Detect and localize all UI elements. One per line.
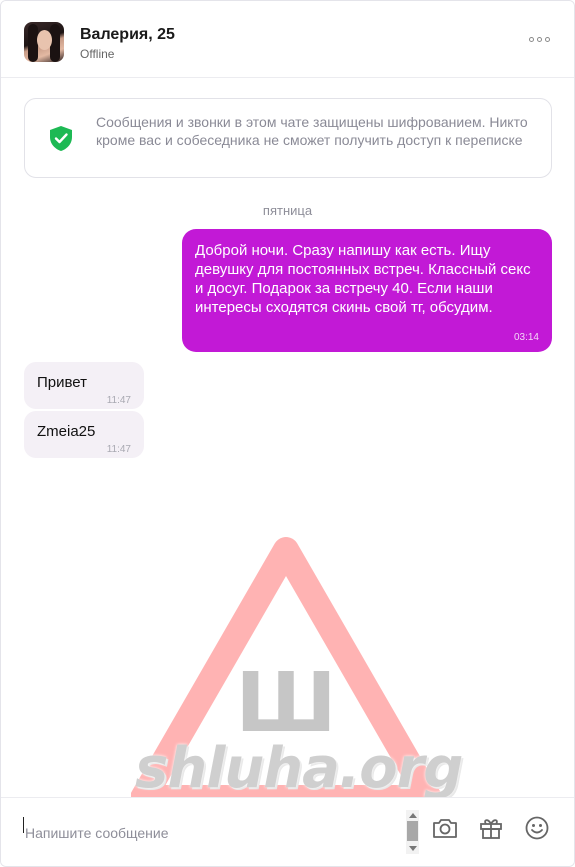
- chat-window: Валерия, 25 Offline Сообщения и звонки в…: [0, 0, 575, 867]
- message-incoming[interactable]: Привет 11:47: [24, 362, 144, 409]
- emoji-icon[interactable]: [523, 814, 551, 842]
- encryption-text: Сообщения и звонки в этом чате защищены …: [96, 114, 528, 148]
- watermark-text: shluha.org: [135, 736, 463, 801]
- scroll-down-icon[interactable]: [409, 846, 417, 851]
- camera-icon[interactable]: [431, 814, 459, 842]
- message-composer: [1, 797, 574, 866]
- message-incoming[interactable]: Zmeia25 11:47: [24, 411, 144, 458]
- message-time: 03:14: [513, 332, 539, 343]
- chat-header: Валерия, 25 Offline: [1, 1, 574, 78]
- encryption-notice: Сообщения и звонки в этом чате защищены …: [24, 98, 552, 178]
- message-time: 11:47: [106, 444, 131, 455]
- shield-check-icon: [50, 126, 72, 151]
- scroll-thumb[interactable]: [407, 821, 418, 841]
- dot: [529, 37, 534, 42]
- dot: [537, 37, 542, 42]
- dot: [545, 37, 550, 42]
- day-separator: пятница: [262, 203, 313, 218]
- message-time: 11:47: [106, 395, 131, 406]
- message-outgoing[interactable]: Доброй ночи. Сразу напишу как есть. Ищу …: [182, 229, 552, 352]
- contact-status: Offline: [80, 47, 115, 61]
- avatar[interactable]: [24, 22, 64, 62]
- more-dots-icon[interactable]: [529, 37, 550, 42]
- input-scrollbar[interactable]: [406, 810, 419, 854]
- gift-icon[interactable]: [477, 814, 505, 842]
- scroll-up-icon[interactable]: [409, 813, 417, 818]
- message-text: Привет: [37, 374, 88, 391]
- avatar-face: [37, 30, 52, 50]
- message-input[interactable]: [23, 820, 407, 846]
- message-text: Zmeia25: [37, 423, 96, 440]
- message-text: Доброй ночи. Сразу напишу как есть. Ищу …: [195, 242, 531, 316]
- contact-name[interactable]: Валерия, 25: [80, 26, 175, 44]
